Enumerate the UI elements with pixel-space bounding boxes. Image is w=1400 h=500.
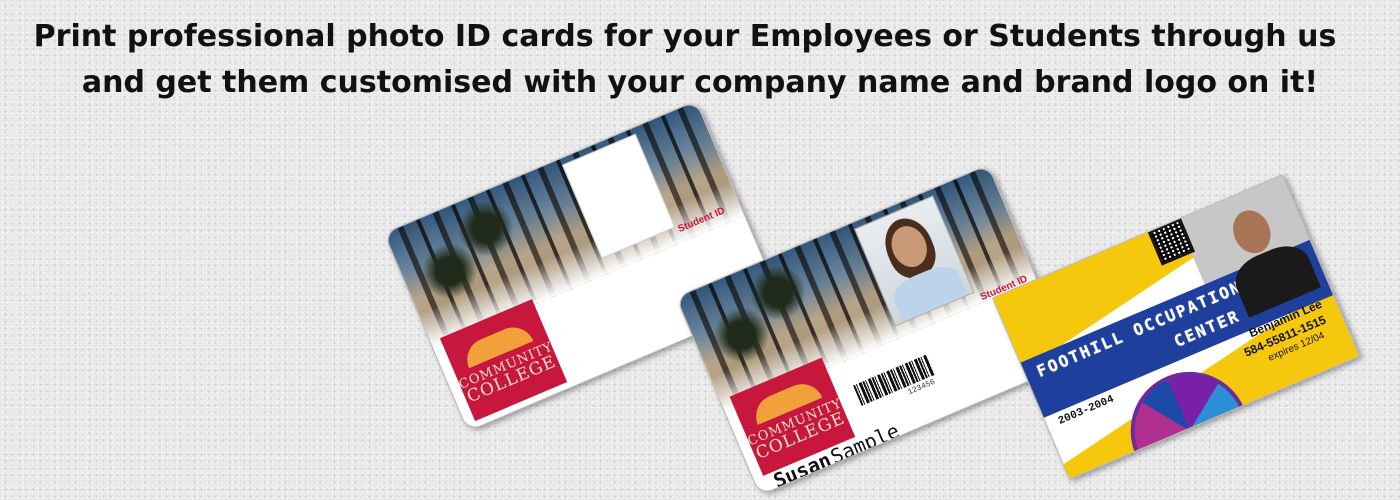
barcode: [853, 354, 936, 406]
headline: Print professional photo ID cards for yo…: [0, 14, 1400, 106]
headline-line-1: Print professional photo ID cards for yo…: [33, 19, 1337, 54]
id-card-foothill: FOOTHILL OCCUPATIONAL CENTER 2003-2004 B…: [991, 174, 1361, 480]
headline-line-2: and get them customised with your compan…: [81, 65, 1319, 100]
